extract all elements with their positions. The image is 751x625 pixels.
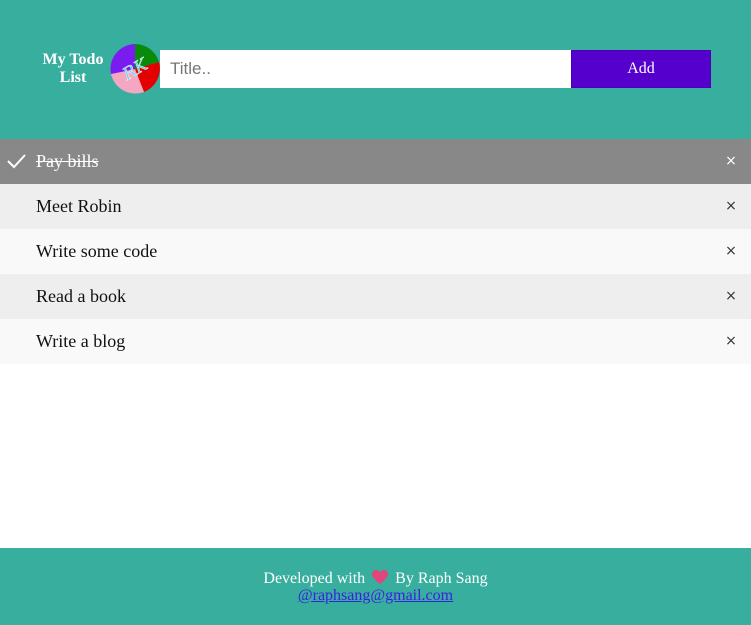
- footer-email-line: @raphsang@gmail.com: [0, 587, 751, 605]
- delete-todo-button[interactable]: ×: [722, 184, 740, 229]
- delete-todo-button[interactable]: ×: [722, 139, 740, 184]
- todo-item[interactable]: Meet Robin ×: [0, 184, 751, 229]
- delete-todo-button[interactable]: ×: [722, 319, 740, 364]
- todo-item[interactable]: Write some code ×: [0, 229, 751, 274]
- app-footer: Developed with By Raph Sang @raphsang@gm…: [0, 548, 751, 625]
- app-title: My Todo List: [42, 51, 104, 86]
- todo-label: Pay bills: [36, 151, 99, 171]
- check-icon: [7, 154, 26, 169]
- todo-list: Pay bills × Meet Robin × Write some code…: [0, 139, 751, 364]
- app-header: My Todo List RK Add: [0, 0, 751, 139]
- footer-suffix: By Raph Sang: [395, 570, 488, 587]
- todo-label: Read a book: [36, 286, 126, 306]
- delete-todo-button[interactable]: ×: [722, 274, 740, 319]
- email-link[interactable]: @raphsang@gmail.com: [298, 587, 453, 604]
- heart-icon: [372, 570, 389, 584]
- todo-label: Write some code: [36, 241, 158, 261]
- todo-item[interactable]: Write a blog ×: [0, 319, 751, 364]
- delete-todo-button[interactable]: ×: [722, 229, 740, 274]
- title-input[interactable]: [160, 50, 571, 88]
- add-button[interactable]: Add: [571, 50, 711, 88]
- logo-icon: RK: [110, 44, 160, 94]
- footer-prefix: Developed with: [263, 570, 366, 587]
- todo-item[interactable]: Read a book ×: [0, 274, 751, 319]
- todo-item[interactable]: Pay bills ×: [0, 139, 751, 184]
- todo-label: Meet Robin: [36, 196, 122, 216]
- footer-credit: Developed with By Raph Sang: [0, 569, 751, 588]
- todo-label: Write a blog: [36, 331, 126, 351]
